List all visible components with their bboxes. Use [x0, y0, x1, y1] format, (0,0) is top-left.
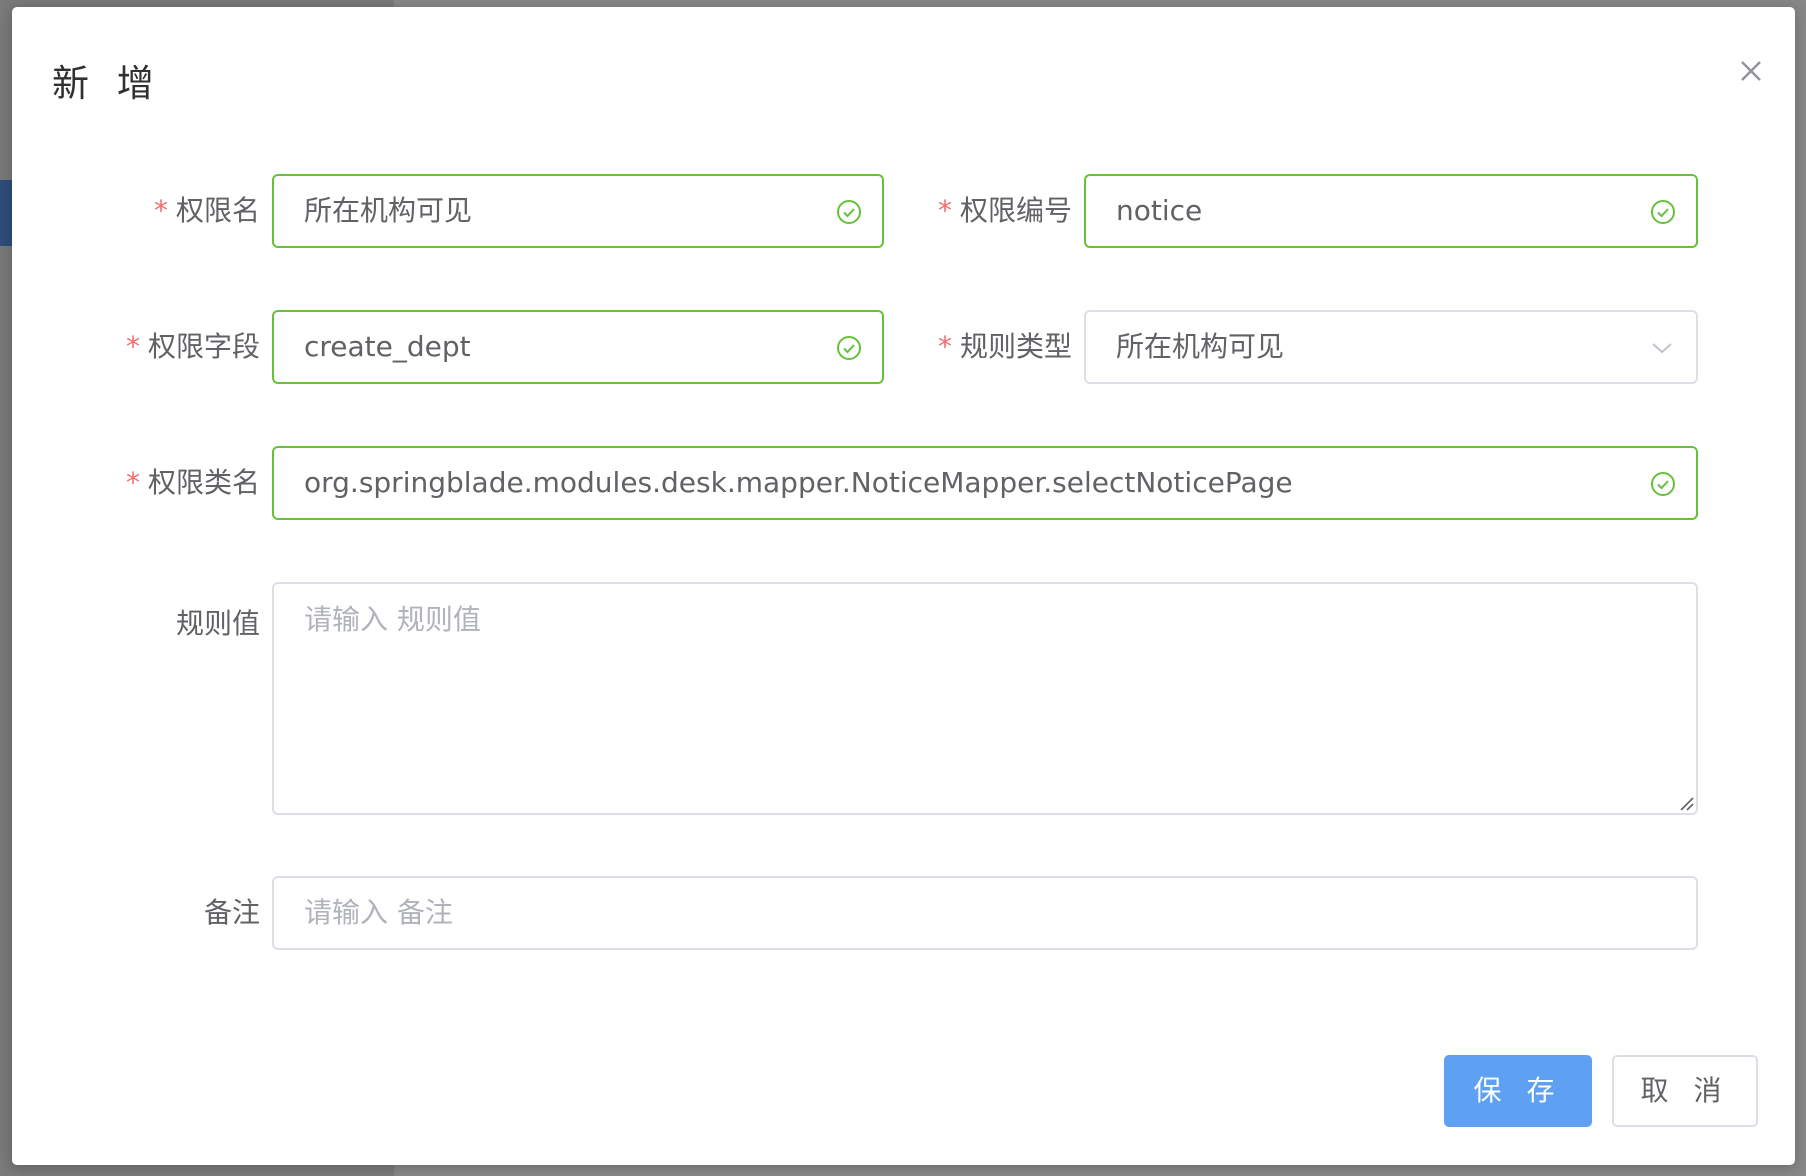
rule-value-label: 规则值 [72, 587, 260, 661]
perm-name-label: * 权限名 [92, 174, 260, 248]
perm-class-value: org.springblade.modules.desk.mapper.Noti… [304, 466, 1293, 499]
rule-value-label-text: 规则值 [175, 607, 260, 640]
required-mark: * [937, 330, 952, 363]
perm-name-value: 所在机构可见 [304, 194, 473, 227]
perm-name-label-text: 权限名 [175, 194, 260, 227]
perm-field-value: create_dept [304, 330, 471, 363]
check-circle-icon [837, 200, 861, 224]
cancel-button[interactable]: 取 消 [1612, 1055, 1758, 1127]
perm-code-label-text: 权限编号 [959, 194, 1072, 227]
check-circle-icon [1651, 200, 1675, 224]
rule-value-placeholder: 请输入 规则值 [304, 603, 481, 636]
perm-field-label-text: 权限字段 [147, 330, 260, 363]
close-icon[interactable] [1729, 49, 1773, 93]
chevron-down-icon [1652, 343, 1672, 354]
perm-field-label: * 权限字段 [72, 310, 260, 384]
perm-class-input[interactable]: org.springblade.modules.desk.mapper.Noti… [272, 446, 1698, 520]
remark-label: 备注 [72, 876, 260, 950]
required-mark: * [153, 194, 168, 227]
perm-code-input[interactable]: notice [1084, 174, 1698, 248]
perm-code-label: * 权限编号 [892, 174, 1072, 248]
add-dialog: 新 增 * 权限名 所在机构可见 * 权限编号 notice * 权限字段 creat… [12, 7, 1795, 1165]
remark-input[interactable]: 请输入 备注 [272, 876, 1698, 950]
perm-class-label-text: 权限类名 [147, 466, 260, 499]
dialog-title: 新 增 [52, 62, 162, 105]
rule-type-selected: 所在机构可见 [1116, 330, 1285, 363]
rule-value-textarea[interactable]: 请输入 规则值 [272, 582, 1698, 815]
resize-grip-icon[interactable] [1678, 795, 1694, 811]
rule-type-label: * 规则类型 [892, 310, 1072, 384]
required-mark: * [125, 330, 140, 363]
save-button[interactable]: 保 存 [1444, 1055, 1592, 1127]
perm-field-input[interactable]: create_dept [272, 310, 884, 384]
rule-type-select[interactable]: 所在机构可见 [1084, 310, 1698, 384]
remark-label-text: 备注 [203, 896, 260, 929]
required-mark: * [937, 194, 952, 227]
perm-class-label: * 权限类名 [72, 446, 260, 520]
perm-name-input[interactable]: 所在机构可见 [272, 174, 884, 248]
check-circle-icon [837, 336, 861, 360]
perm-code-value: notice [1116, 194, 1203, 227]
remark-placeholder: 请输入 备注 [304, 896, 453, 929]
rule-type-label-text: 规则类型 [959, 330, 1072, 363]
check-circle-icon [1651, 472, 1675, 496]
required-mark: * [125, 466, 140, 499]
